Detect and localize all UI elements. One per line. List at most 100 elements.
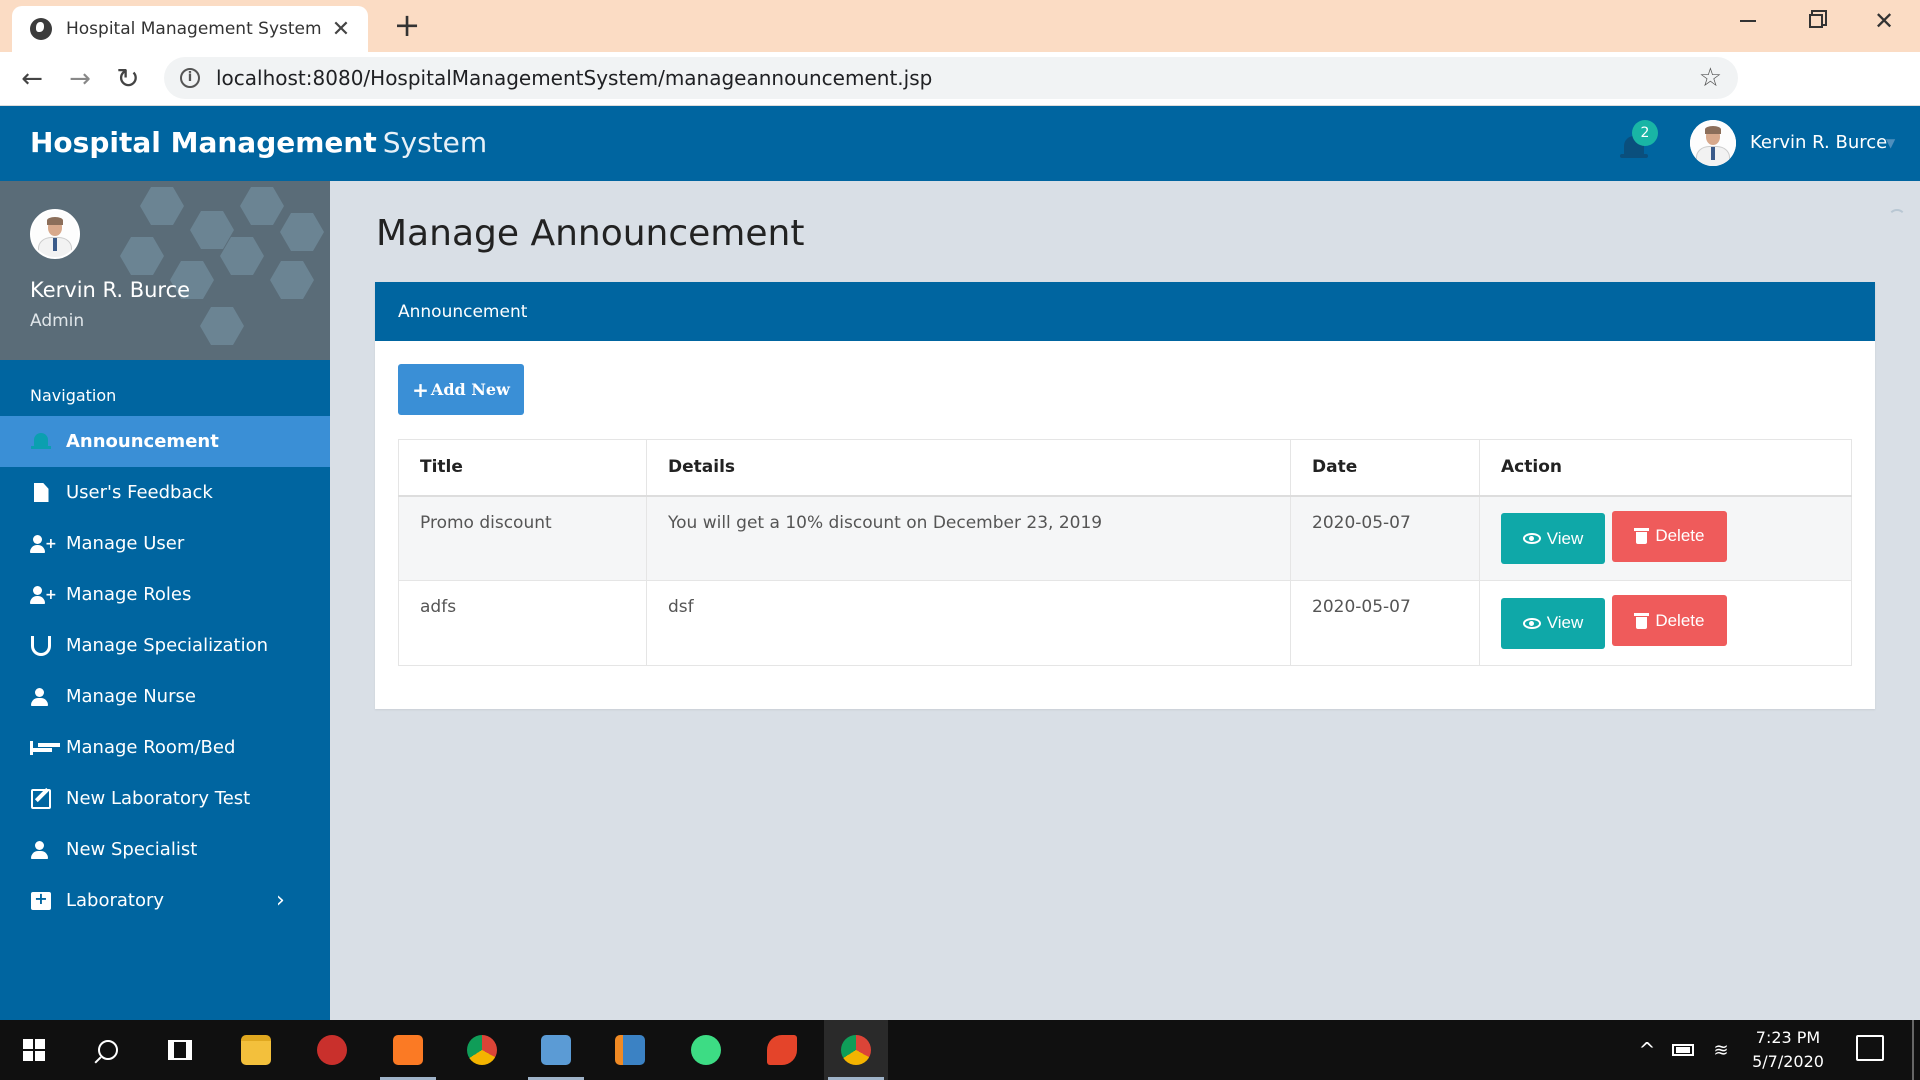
show-hidden-icons-chevron-icon[interactable]: ^ [1632,1020,1662,1080]
trash-icon [1634,528,1650,544]
sidebar-item-manage-roles[interactable]: + Manage Roles [0,569,330,620]
plus-mark: + [45,586,57,603]
column-header-details[interactable]: Details [646,439,1291,497]
search-button[interactable] [76,1020,140,1080]
back-button[interactable]: ← [16,64,48,96]
restore-icon [1809,14,1823,28]
url-text[interactable]: localhost:8080/HospitalManagementSystem/… [216,66,1699,90]
notification-badge[interactable]: 2 [1632,120,1658,146]
taskbar-file-explorer[interactable] [224,1020,288,1080]
sidebar-menu: Announcement User's Feedback + Manage Us… [0,416,330,926]
restore-button[interactable] [1782,0,1850,42]
taskbar-media-player[interactable] [598,1020,662,1080]
task-view-button[interactable] [148,1020,212,1080]
brand-bold: Hospital Management [30,126,377,159]
sidebar-item-laboratory[interactable]: Laboratory › [0,875,330,926]
add-new-button[interactable]: + Add New [398,364,524,415]
medkit-glyph [31,889,51,910]
site-info-icon[interactable]: i [180,68,200,88]
user-menu-name[interactable]: Kervin R. Burce [1750,132,1887,153]
sidebar-item-new-laboratory-test[interactable]: New Laboratory Test [0,773,330,824]
globe-icon [30,18,52,40]
delete-label: Delete [1655,526,1705,545]
user-glyph [31,687,51,706]
page-title: Manage Announcement [376,213,805,254]
cell-details: dsf [646,580,1291,666]
browser-tab[interactable]: Hospital Management System ✕ [12,6,368,52]
edit-icon [30,788,52,810]
view-label: View [1546,528,1584,548]
taskbar-xampp[interactable] [376,1020,440,1080]
taskbar-app-red-logo[interactable] [300,1020,364,1080]
browser-toolbar: ← → ↻ i localhost:8080/HospitalManagemen… [0,52,1920,146]
delete-button[interactable]: Delete [1612,595,1728,646]
sidebar-item-announcement[interactable]: Announcement [0,416,330,467]
taskbar-chrome[interactable] [450,1020,514,1080]
view-label: View [1546,613,1584,632]
sidebar-item-manage-nurse[interactable]: Manage Nurse [0,671,330,722]
new-tab-button[interactable]: + [390,8,424,42]
sidebar-item-label: Laboratory [66,890,165,911]
doctor-photo [1690,120,1736,166]
forward-button[interactable]: → [64,64,96,96]
sidebar-item-manage-specialization[interactable]: Manage Specialization [0,620,330,671]
battery-glyph [1672,1044,1694,1056]
delete-label: Delete [1655,610,1705,630]
taskbar-clock[interactable]: 7:23 PM 5/7/2020 [1742,1026,1834,1074]
sidebar-item-label: Announcement [66,431,219,452]
view-button[interactable]: View [1501,513,1605,564]
folder-icon [241,1035,271,1065]
table-row: Promo discount You will get a 10% discou… [398,495,1852,581]
avatar-tie [1711,146,1715,161]
column-header-date[interactable]: Date [1290,439,1480,497]
battery-icon[interactable] [1666,1020,1700,1080]
sidebar: Kervin R. Burce Admin Navigation Announc… [0,181,330,1020]
taskbar-ccleaner[interactable] [750,1020,814,1080]
cell-date: 2020-05-07 [1290,580,1480,666]
bookmark-star-icon[interactable]: ☆ [1699,63,1722,93]
show-desktop-button[interactable] [1912,1020,1914,1080]
taskbar-virtualbox[interactable] [524,1020,588,1080]
android-studio-icon [691,1035,721,1065]
address-bar[interactable]: i localhost:8080/HospitalManagementSyste… [164,57,1738,99]
sidebar-item-label: New Specialist [66,839,198,860]
sidebar-item-manage-user[interactable]: + Manage User [0,518,330,569]
panel-heading: Announcement [375,282,1875,341]
column-header-title[interactable]: Title [398,439,647,497]
reload-button[interactable]: ↻ [112,64,144,96]
taskbar-android-studio[interactable] [674,1020,738,1080]
wifi-icon[interactable]: ≋ [1706,1020,1736,1080]
view-button[interactable]: View [1501,597,1605,649]
hexagon-shape [120,237,164,275]
file-glyph [33,483,49,502]
cell-action: View Delete [1479,580,1852,666]
tab-title: Hospital Management System [66,19,322,39]
hexagon-shape [280,213,324,251]
bell-icon [30,431,52,453]
brand-title[interactable]: Hospital Management System [30,126,487,159]
minimize-button[interactable] [1714,0,1782,42]
eye-icon [1522,533,1541,544]
start-button[interactable] [2,1020,66,1080]
delete-button[interactable]: Delete [1612,510,1728,562]
action-center-icon[interactable] [1856,1035,1884,1061]
user-plus-glyph: + [30,585,57,604]
bed-icon [30,737,52,759]
close-tab-icon[interactable]: ✕ [328,17,354,42]
sidebar-item-users-feedback[interactable]: User's Feedback [0,467,330,518]
sidebar-profile-name: Kervin R. Burce [30,278,191,302]
hexagon-shape [270,261,314,299]
close-window-button[interactable]: ✕ [1850,0,1918,42]
edit-glyph [31,788,51,809]
hexagon-shape [240,187,284,225]
user-avatar[interactable] [1690,120,1736,166]
chrome-icon [467,1035,497,1065]
caret-down-icon[interactable]: ▼ [1886,136,1895,150]
sidebar-avatar [30,209,80,259]
sidebar-item-manage-room-bed[interactable]: Manage Room/Bed [0,722,330,773]
sidebar-item-new-specialist[interactable]: New Specialist [0,824,330,875]
file-icon [30,482,52,504]
main-content: Manage Announcement Announcement + Add Ne… [330,181,1920,1020]
taskbar-chrome-active[interactable] [824,1020,888,1080]
bell-glyph [31,432,51,451]
